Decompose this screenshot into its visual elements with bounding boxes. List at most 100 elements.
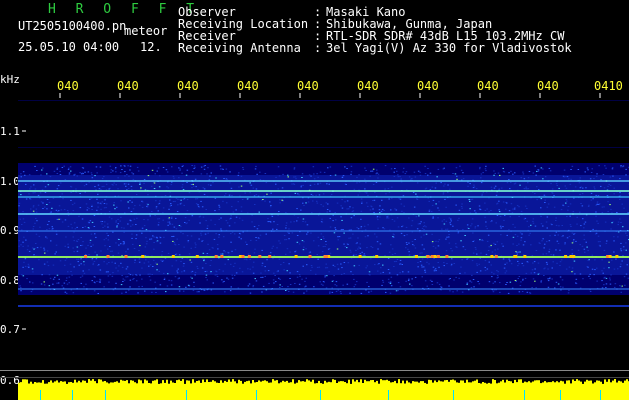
noise-speck [35, 208, 38, 210]
noise-speck [45, 236, 47, 238]
noise-speck [93, 281, 96, 283]
noise-speck [368, 291, 370, 293]
noise-speck [77, 239, 80, 241]
baseline-peak [268, 382, 270, 385]
baseline-peak [72, 382, 74, 385]
noise-speck [408, 217, 410, 219]
noise-speck [437, 262, 439, 263]
noise-speck [369, 175, 371, 177]
noise-speck [425, 226, 427, 228]
noise-speck [94, 175, 96, 177]
noise-speck [461, 291, 464, 293]
baseline-peak [584, 381, 586, 385]
noise-speck [81, 218, 84, 220]
baseline-peak [568, 380, 570, 385]
baseline-peak [580, 381, 582, 385]
noise-speck [379, 216, 381, 218]
noise-speck [590, 199, 593, 201]
noise-speck [598, 165, 600, 167]
baseline-peak [498, 382, 500, 385]
noise-speck [326, 275, 328, 277]
noise-speck [159, 242, 162, 244]
noise-speck [493, 187, 496, 189]
noise-speck [107, 239, 110, 241]
noise-speck [316, 202, 319, 204]
noise-speck [107, 226, 109, 228]
noise-speck [613, 193, 615, 195]
noise-speck [241, 271, 244, 273]
baseline-peak [556, 381, 558, 385]
noise-speck [480, 173, 483, 175]
baseline-peak [210, 381, 212, 385]
noise-speck [486, 240, 489, 242]
noise-speck [536, 199, 538, 201]
noise-speck [431, 204, 434, 206]
noise-speck [368, 271, 371, 273]
noise-speck [168, 217, 171, 219]
noise-speck [304, 221, 307, 223]
noise-speck [113, 202, 115, 204]
baseline-peak [490, 383, 492, 385]
noise-speck [532, 220, 534, 222]
noise-speck [335, 229, 337, 231]
noise-speck [194, 178, 197, 180]
noise-speck [484, 260, 487, 262]
noise-speck [352, 233, 354, 235]
noise-speck [287, 174, 289, 176]
noise-speck [296, 241, 299, 243]
noise-speck [512, 223, 514, 225]
noise-speck [157, 218, 159, 220]
noise-speck [435, 182, 437, 184]
baseline-peak [474, 380, 476, 385]
noise-speck [522, 173, 525, 175]
noise-speck [300, 186, 302, 188]
signal-hotspot [514, 255, 518, 258]
noise-speck [74, 173, 76, 175]
baseline-peak [250, 383, 252, 385]
baseline-peak [182, 379, 184, 385]
noise-speck [44, 252, 46, 254]
signal-hotspot [241, 255, 245, 258]
baseline-peak [576, 379, 578, 385]
noise-speck [571, 242, 574, 244]
baseline-peak [194, 382, 196, 385]
noise-speck [610, 228, 612, 230]
noise-speck [485, 221, 487, 223]
noise-speck [423, 248, 425, 250]
noise-speck [534, 193, 536, 195]
noise-speck [204, 233, 207, 235]
noise-speck [139, 182, 141, 184]
noise-speck [130, 185, 133, 187]
noise-speck [597, 222, 599, 224]
noise-speck [61, 285, 63, 287]
noise-speck [582, 187, 584, 189]
meteor-spike [40, 390, 41, 400]
noise-speck [67, 214, 70, 216]
noise-speck [55, 251, 57, 253]
noise-speck [32, 192, 34, 194]
baseline-peak [178, 379, 180, 385]
noise-speck [579, 193, 581, 195]
noise-speck [303, 246, 305, 248]
noise-speck [579, 177, 581, 179]
signal-hotspot [238, 255, 242, 258]
baseline-peak [286, 380, 288, 385]
noise-speck [166, 186, 168, 188]
noise-speck [34, 165, 36, 167]
noise-speck [594, 233, 597, 235]
noise-speck [163, 279, 166, 280]
baseline-peak [316, 383, 318, 385]
noise-speck [533, 261, 536, 263]
noise-speck [127, 223, 129, 225]
noise-speck [519, 184, 521, 186]
noise-speck [613, 236, 615, 238]
noise-speck [58, 218, 60, 220]
noise-speck [222, 168, 224, 170]
noise-speck [366, 247, 368, 249]
noise-speck [308, 174, 311, 176]
noise-speck [381, 284, 383, 286]
noise-speck [241, 219, 244, 221]
noise-speck [512, 236, 515, 238]
noise-speck [46, 261, 49, 263]
noise-speck [122, 281, 124, 282]
